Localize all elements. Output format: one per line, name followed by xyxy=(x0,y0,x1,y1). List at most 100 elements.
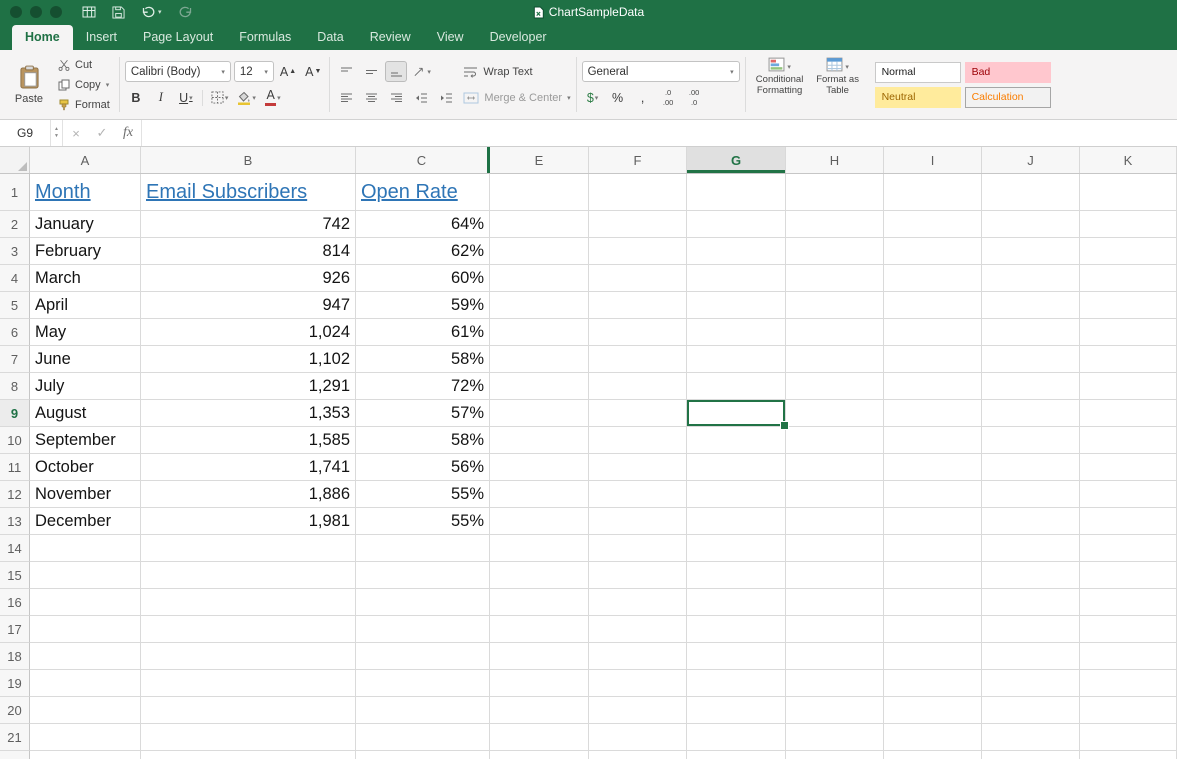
cell-J7[interactable] xyxy=(982,346,1080,373)
cell-E18[interactable] xyxy=(490,643,589,670)
cell-H7[interactable] xyxy=(786,346,884,373)
select-all-corner[interactable] xyxy=(0,147,30,173)
cell-G14[interactable] xyxy=(687,535,786,562)
cell-C11[interactable]: 56% xyxy=(356,454,490,481)
cell-C9[interactable]: 57% xyxy=(356,400,490,427)
font-size-select[interactable]: 12 ▾ xyxy=(234,61,274,82)
column-header-K[interactable]: K xyxy=(1080,147,1177,173)
cell-H14[interactable] xyxy=(786,535,884,562)
cell-E12[interactable] xyxy=(490,481,589,508)
cell-J14[interactable] xyxy=(982,535,1080,562)
row-header-17[interactable]: 17 xyxy=(0,616,30,643)
cell-G6[interactable] xyxy=(687,319,786,346)
column-header-E[interactable]: E xyxy=(490,147,589,173)
cell-E14[interactable] xyxy=(490,535,589,562)
row-header-9[interactable]: 9 xyxy=(0,400,30,427)
cell-A3[interactable]: February xyxy=(30,238,141,265)
cell-C13[interactable]: 55% xyxy=(356,508,490,535)
decrease-indent-button[interactable] xyxy=(410,87,432,108)
wrap-text-button[interactable]: Wrap Text xyxy=(463,59,570,85)
italic-button[interactable]: I xyxy=(150,87,172,108)
cell-G17[interactable] xyxy=(687,616,786,643)
cell-E13[interactable] xyxy=(490,508,589,535)
tab-developer[interactable]: Developer xyxy=(477,25,560,50)
cell-J19[interactable] xyxy=(982,670,1080,697)
align-left-button[interactable] xyxy=(335,87,357,108)
cell-J8[interactable] xyxy=(982,373,1080,400)
cell-K11[interactable] xyxy=(1080,454,1177,481)
cell-K18[interactable] xyxy=(1080,643,1177,670)
cell-H1[interactable] xyxy=(786,174,884,211)
cell-I7[interactable] xyxy=(884,346,982,373)
cell-C6[interactable]: 61% xyxy=(356,319,490,346)
row-header-11[interactable]: 11 xyxy=(0,454,30,481)
cell-G16[interactable] xyxy=(687,589,786,616)
cell-F11[interactable] xyxy=(589,454,687,481)
cell-K6[interactable] xyxy=(1080,319,1177,346)
minimize-window-button[interactable] xyxy=(30,6,42,18)
cell-F19[interactable] xyxy=(589,670,687,697)
cell-B11[interactable]: 1,741 xyxy=(141,454,356,481)
cell-F18[interactable] xyxy=(589,643,687,670)
row-header-22[interactable]: 22 xyxy=(0,751,30,759)
tab-insert[interactable]: Insert xyxy=(73,25,130,50)
cell-C15[interactable] xyxy=(356,562,490,589)
save-button[interactable] xyxy=(112,6,125,19)
style-calculation[interactable]: Calculation xyxy=(965,87,1051,108)
cell-B17[interactable] xyxy=(141,616,356,643)
cell-K20[interactable] xyxy=(1080,697,1177,724)
cell-K21[interactable] xyxy=(1080,724,1177,751)
cell-I15[interactable] xyxy=(884,562,982,589)
number-format-select[interactable]: General ▾ xyxy=(582,61,740,82)
cell-H8[interactable] xyxy=(786,373,884,400)
cell-G21[interactable] xyxy=(687,724,786,751)
cell-J15[interactable] xyxy=(982,562,1080,589)
cell-E3[interactable] xyxy=(490,238,589,265)
cell-E8[interactable] xyxy=(490,373,589,400)
cell-J22[interactable] xyxy=(982,751,1080,759)
cell-H19[interactable] xyxy=(786,670,884,697)
cell-F21[interactable] xyxy=(589,724,687,751)
column-header-A[interactable]: A xyxy=(30,147,141,173)
cell-G1[interactable] xyxy=(687,174,786,211)
cell-K9[interactable] xyxy=(1080,400,1177,427)
bold-button[interactable]: B xyxy=(125,87,147,108)
cell-A6[interactable]: May xyxy=(30,319,141,346)
cell-H17[interactable] xyxy=(786,616,884,643)
row-header-18[interactable]: 18 xyxy=(0,643,30,670)
cell-A9[interactable]: August xyxy=(30,400,141,427)
row-header-13[interactable]: 13 xyxy=(0,508,30,535)
cell-K17[interactable] xyxy=(1080,616,1177,643)
cell-C16[interactable] xyxy=(356,589,490,616)
cell-E22[interactable] xyxy=(490,751,589,759)
cell-H22[interactable] xyxy=(786,751,884,759)
align-middle-button[interactable] xyxy=(360,61,382,82)
cell-K3[interactable] xyxy=(1080,238,1177,265)
cell-B8[interactable]: 1,291 xyxy=(141,373,356,400)
column-header-F[interactable]: F xyxy=(589,147,687,173)
row-header-7[interactable]: 7 xyxy=(0,346,30,373)
cell-I2[interactable] xyxy=(884,211,982,238)
cell-I9[interactable] xyxy=(884,400,982,427)
cut-button[interactable]: Cut xyxy=(54,56,114,74)
column-header-C[interactable]: C xyxy=(356,147,490,173)
cell-K15[interactable] xyxy=(1080,562,1177,589)
align-bottom-button[interactable] xyxy=(385,61,407,82)
cell-I17[interactable] xyxy=(884,616,982,643)
cell-K8[interactable] xyxy=(1080,373,1177,400)
cell-B15[interactable] xyxy=(141,562,356,589)
cell-G12[interactable] xyxy=(687,481,786,508)
cell-A4[interactable]: March xyxy=(30,265,141,292)
cell-I3[interactable] xyxy=(884,238,982,265)
conditional-formatting-button[interactable]: ▾ Conditional Formatting xyxy=(751,52,809,117)
cell-G11[interactable] xyxy=(687,454,786,481)
fill-color-button[interactable]: ▾ xyxy=(234,87,259,108)
cell-H9[interactable] xyxy=(786,400,884,427)
cell-K1[interactable] xyxy=(1080,174,1177,211)
cell-K16[interactable] xyxy=(1080,589,1177,616)
tab-home[interactable]: Home xyxy=(12,25,73,50)
borders-button[interactable]: ▾ xyxy=(208,87,232,108)
confirm-entry-button[interactable]: ✓ xyxy=(89,120,115,146)
cell-E7[interactable] xyxy=(490,346,589,373)
cell-C1[interactable]: Open Rate xyxy=(356,174,490,211)
